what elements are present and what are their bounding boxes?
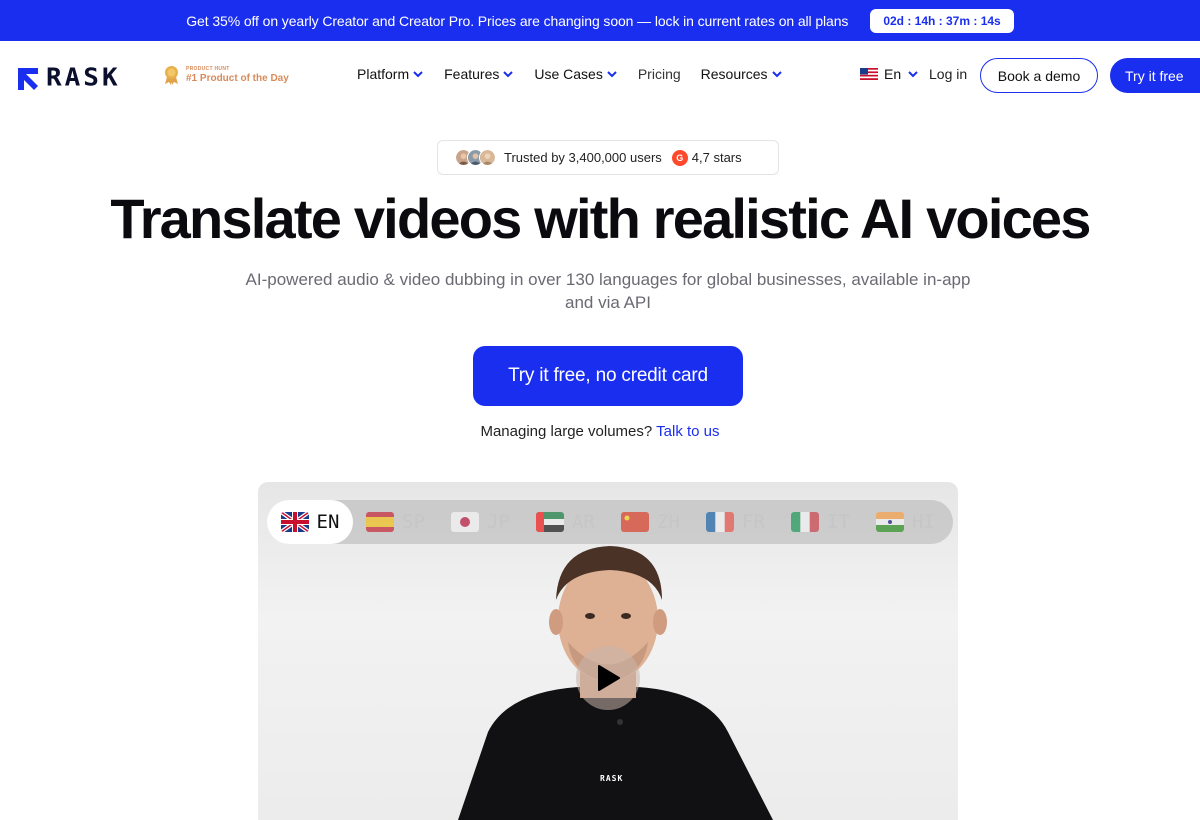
menu-features-label: Features [444, 66, 500, 82]
menu-pricing[interactable]: Pricing [638, 66, 681, 82]
logo-wordmark: RASK [46, 63, 121, 93]
rating-text: 4,7 stars [691, 150, 742, 165]
hero-title: Translate videos with realistic AI voice… [110, 187, 1091, 250]
lang-code: HI [912, 511, 935, 533]
lang-chip-en[interactable]: EN [267, 500, 353, 544]
top-nav: RASK PRODUCT HUNT #1 Product of the Day … [0, 41, 1200, 109]
user-avatars [455, 149, 496, 166]
menu-platform[interactable]: Platform [357, 66, 424, 82]
try-free-nav-button[interactable]: Try it free [1110, 58, 1200, 93]
italy-flag-icon [791, 512, 820, 532]
trust-pill: Trusted by 3,400,000 users G 4,7 stars [437, 140, 779, 175]
menu-platform-label: Platform [357, 66, 410, 82]
try-free-cta-button[interactable]: Try it free, no credit card [473, 346, 743, 406]
lang-chip-hi[interactable]: HI [863, 500, 948, 544]
menu-resources-label: Resources [700, 66, 768, 82]
lang-chip-ar[interactable]: AR [523, 500, 608, 544]
chevron-down-icon [413, 71, 423, 78]
lang-chip-fr[interactable]: FR [693, 500, 778, 544]
volumes-line: Managing large volumes? Talk to us [0, 423, 1200, 440]
rask-logo[interactable]: RASK [16, 63, 121, 93]
lang-code: AR [572, 511, 595, 533]
uae-flag-icon [536, 512, 565, 532]
lang-chip-jp[interactable]: JP [438, 500, 523, 544]
lang-code: EN [316, 511, 340, 533]
demo-video[interactable]: EN SP JP AR ZH FR IT HI RASK [258, 482, 958, 820]
lang-chip-zh[interactable]: ZH [608, 500, 693, 544]
chevron-down-icon [503, 71, 514, 78]
chevron-down-icon [908, 71, 918, 78]
promo-banner: Get 35% off on yearly Creator and Creato… [0, 0, 1200, 41]
lang-code: SP [402, 511, 425, 533]
play-icon [598, 665, 620, 691]
logo-arrow-icon [18, 68, 38, 90]
login-link[interactable]: Log in [929, 66, 967, 82]
volumes-text: Managing large volumes? [480, 423, 653, 440]
spain-flag-icon [366, 512, 395, 532]
india-flag-icon [876, 512, 905, 532]
us-flag-icon [860, 68, 878, 80]
menu-features[interactable]: Features [444, 66, 514, 82]
chevron-down-icon [607, 71, 617, 78]
france-flag-icon [706, 512, 735, 532]
lang-code: ZH [657, 511, 680, 533]
chevron-down-icon [771, 71, 782, 78]
avatar [479, 149, 496, 166]
lang-code: JP [487, 511, 510, 533]
menu-resources[interactable]: Resources [701, 66, 783, 82]
china-flag-icon [621, 512, 650, 532]
talk-to-us-link[interactable]: Talk to us [656, 423, 719, 440]
producthunt-award: #1 Product of the Day [186, 72, 289, 84]
language-strip: EN SP JP AR ZH FR IT HI [267, 500, 953, 544]
producthunt-label: PRODUCT HUNT [186, 65, 230, 72]
lang-code: IT [827, 511, 850, 533]
countdown-timer: 02d : 14h : 37m : 14s [870, 8, 1014, 33]
language-selector[interactable]: En [860, 66, 919, 82]
promo-text: Get 35% off on yearly Creator and Creato… [186, 12, 849, 29]
main-menu: Platform Features Use Cases Pricing Reso… [357, 66, 803, 82]
menu-use-cases-label: Use Cases [534, 66, 603, 82]
g2-icon: G [671, 149, 688, 166]
lang-chip-it[interactable]: IT [778, 500, 863, 544]
hero-subtitle: AI-powered audio & video dubbing in over… [245, 270, 971, 312]
book-demo-button[interactable]: Book a demo [980, 58, 1098, 93]
language-label: En [884, 66, 902, 82]
medal-icon [165, 66, 178, 85]
producthunt-badge[interactable]: PRODUCT HUNT #1 Product of the Day [163, 65, 289, 85]
trusted-users-text: Trusted by 3,400,000 users [504, 150, 662, 165]
japan-flag-icon [451, 512, 480, 532]
shirt-logo: RASK [600, 774, 624, 783]
menu-use-cases[interactable]: Use Cases [534, 66, 617, 82]
uk-flag-icon [280, 512, 309, 532]
play-button[interactable] [576, 646, 640, 710]
lang-code: FR [742, 511, 765, 533]
lang-chip-sp[interactable]: SP [353, 500, 438, 544]
